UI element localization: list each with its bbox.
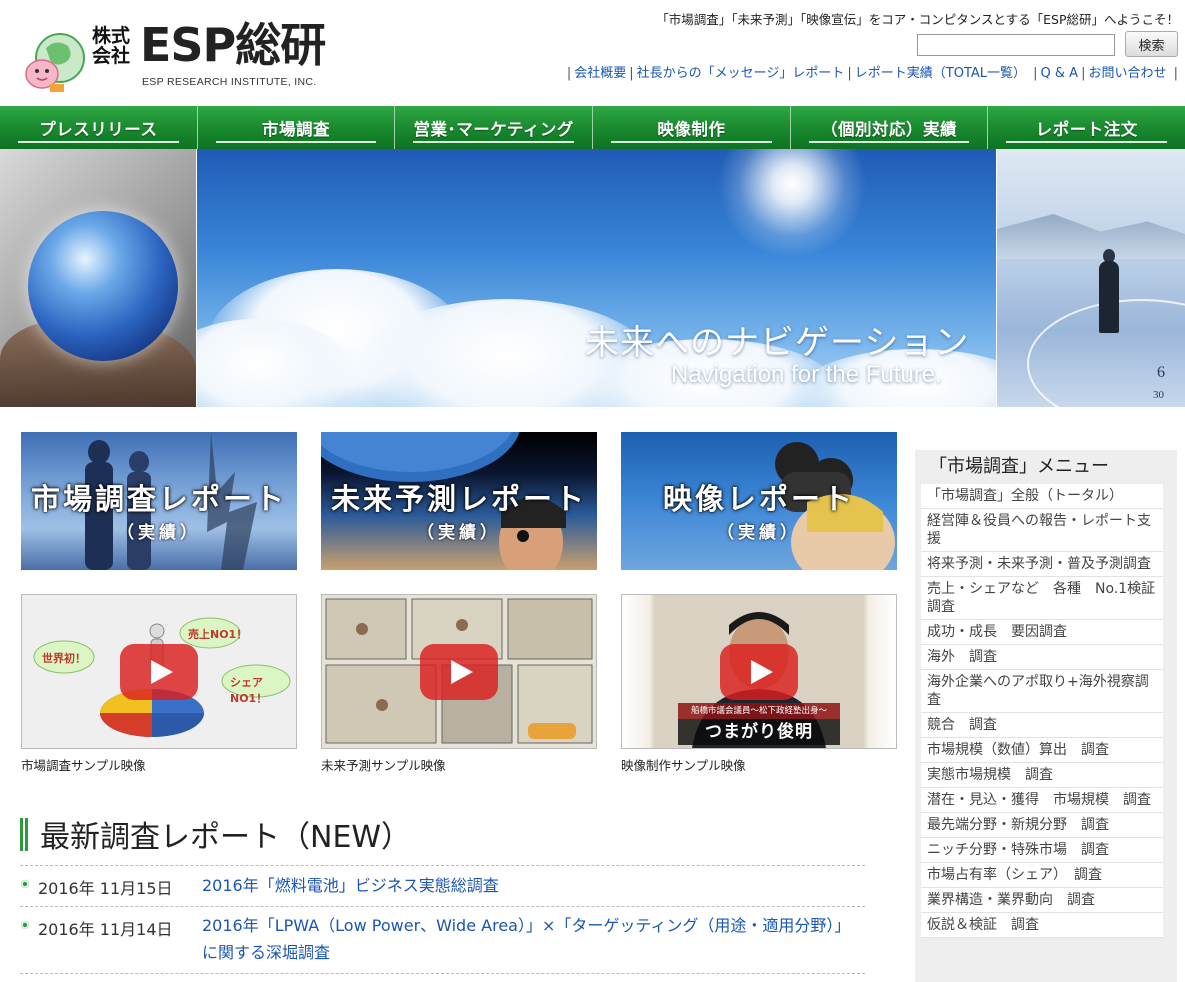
video-future-forecast-sample[interactable] <box>321 594 597 749</box>
sidebar-item[interactable]: 海外企業へのアポ取り+海外視察調査 <box>921 670 1163 713</box>
video-market-research-sample[interactable]: 世界初！ 売上NO1！ シェアNO1！ <box>21 594 297 749</box>
nav-sales-marketing[interactable]: 営業･マーケティング <box>395 106 594 149</box>
news-link[interactable]: 2016年「燃料電池」ビジネス実態総調査 <box>202 872 862 899</box>
sidebar-item[interactable]: 市場占有率（シェア） 調査 <box>921 863 1163 888</box>
welcome-message: 「市場調査」「未来予測」「映像宣伝」をコア・コンピタンスとする「ESP総研」へよ… <box>656 12 1179 27</box>
news-item: 2016年 11月15日 2016年「燃料電池」ビジネス実態総調査 <box>20 865 865 907</box>
video-production-sample[interactable]: 船橋市議会議員〜松下政経塾出身〜 つまがり俊明 <box>621 594 897 749</box>
sidebar-item[interactable]: 経営陣＆役員への報告・レポート支援 <box>921 509 1163 552</box>
tile-subtitle: （実績） <box>417 523 501 543</box>
search-button[interactable]: 検索 <box>1125 31 1178 57</box>
tile-market-research-report[interactable]: 市場調査レポート （実績） <box>21 432 297 570</box>
video-caption: 市場調査サンプル映像 <box>21 758 146 773</box>
news-heading: 最新調査レポート（NEW） <box>20 812 411 856</box>
video-caption: 映像制作サンプル映像 <box>621 758 746 773</box>
sidebar-item[interactable]: 「市場調査」全般（トータル） <box>921 484 1163 509</box>
separator: | <box>847 66 852 81</box>
separator: | <box>1169 66 1178 81</box>
news-link[interactable]: 2016年「LPWA（Low Power、Wide Area）」×「ターゲッティ… <box>202 912 862 966</box>
site-header: 株式会社 ESP総研 ESP RESEARCH INSTITUTE, INC. … <box>0 0 1185 106</box>
sidebar-item[interactable]: 最先端分野・新規分野 調査 <box>921 813 1163 838</box>
bullet-icon <box>21 921 29 929</box>
utility-nav: | 会社概要 | 社長からの「メッセージ」レポート | レポート実績（TOTAL一覧） |… <box>564 62 1181 81</box>
nav-label: レポート注文 <box>1035 119 1138 139</box>
nav-label: （個別対応）実績 <box>821 119 958 139</box>
nav-market-research[interactable]: 市場調査 <box>197 106 396 149</box>
hero-title-jp: 未来へのナビゲーション <box>585 323 970 363</box>
sun-glow <box>717 149 867 259</box>
news-date: 2016年 11月15日 <box>38 879 173 898</box>
sidebar-item[interactable]: 市場規模（数値）算出 調査 <box>921 738 1163 763</box>
util-link-reports[interactable]: レポート実績（TOTAL一覧） <box>855 66 1026 81</box>
separator: | <box>566 66 572 81</box>
tile-subtitle: （実績） <box>117 523 201 543</box>
news-divider <box>20 973 865 974</box>
hero-banner: 未来へのナビゲーション Navigation for the Future. 6… <box>0 149 1185 407</box>
logo-wordmark: ESP総研 <box>140 18 326 72</box>
nav-label: プレスリリース <box>39 119 158 139</box>
mascot-globe-icon <box>25 33 85 92</box>
speech-bubble: 世界初！ <box>42 652 86 665</box>
play-button-icon[interactable] <box>420 643 498 700</box>
sidebar-item[interactable]: 成功・成長 要因調査 <box>921 620 1163 645</box>
sidebar-title: 「市場調査」メニュー <box>929 456 1109 477</box>
sidebar-item[interactable]: 海外 調査 <box>921 645 1163 670</box>
tile-title: 未来予測レポート <box>330 482 587 516</box>
nav-press-release[interactable]: プレスリリース <box>0 106 198 149</box>
logo-english-name: ESP RESEARCH INSTITUTE, INC. <box>142 76 317 88</box>
hero-sky-image: 未来へのナビゲーション Navigation for the Future. <box>197 149 996 407</box>
bullet-icon <box>21 880 29 888</box>
sidebar-list: 「市場調査」全般（トータル） 経営陣＆役員への報告・レポート支援 将来予測・未来… <box>921 484 1163 938</box>
news-date: 2016年 11月14日 <box>38 920 173 939</box>
site-logo[interactable]: 株式会社 ESP総研 ESP RESEARCH INSTITUTE, INC. <box>20 18 350 94</box>
nav-label: 営業･マーケティング <box>413 119 574 139</box>
sidebar-item[interactable]: 売上・シェアなど 各種 No.1検証調査 <box>921 577 1163 620</box>
nav-video-production[interactable]: 映像制作 <box>593 106 791 149</box>
tile-title: 市場調査レポート <box>30 482 287 516</box>
news-item: 2016年 11月14日 2016年「LPWA（Low Power、Wide A… <box>20 906 865 974</box>
video-banner-text: 船橋市議会議員〜松下政経塾出身〜 <box>678 703 840 719</box>
search-input[interactable] <box>917 34 1115 56</box>
tile-future-forecast-report[interactable]: 未来予測レポート （実績） <box>321 432 597 570</box>
nav-custom-results[interactable]: （個別対応）実績 <box>790 106 989 149</box>
nav-label: 映像制作 <box>657 119 726 139</box>
util-link-qa[interactable]: Q & A <box>1041 66 1079 81</box>
separator: | <box>1081 66 1086 81</box>
clock-numeral: 6 <box>1157 364 1165 381</box>
sidebar-item[interactable]: 潜在・見込・獲得 市場規模 調査 <box>921 788 1163 813</box>
video-caption: 未来予測サンプル映像 <box>321 758 446 773</box>
news-heading-text: 最新調査レポート（NEW） <box>40 820 412 855</box>
speech-bubble: 売上NO1！ <box>188 628 248 641</box>
tile-title: 映像レポート <box>662 482 855 516</box>
separator: | <box>1029 66 1038 81</box>
play-button-icon[interactable] <box>720 643 798 700</box>
sidebar-item[interactable]: 業界構造・業界動向 調査 <box>921 888 1163 913</box>
tile-subtitle: （実績） <box>717 523 801 543</box>
mountain-shape <box>997 214 1185 259</box>
hero-globe-image <box>0 149 196 407</box>
hero-title-en: Navigation for the Future. <box>671 361 942 388</box>
sidebar-item[interactable]: 競合 調査 <box>921 713 1163 738</box>
util-link-company[interactable]: 会社概要 <box>574 66 626 81</box>
globe-icon <box>28 211 178 361</box>
separator: | <box>629 66 634 81</box>
logo-company-type: 株式会社 <box>92 25 131 67</box>
play-button-icon[interactable] <box>120 643 198 700</box>
speech-bubble: シェアNO1！ <box>230 676 268 705</box>
nav-label: 市場調査 <box>262 119 330 139</box>
tile-video-report[interactable]: 映像レポート （実績） <box>621 432 897 570</box>
global-nav: プレスリリース 市場調査 営業･マーケティング 映像制作 （個別対応）実績 レポ… <box>0 106 1185 149</box>
sidebar-item[interactable]: ニッチ分野・特殊市場 調査 <box>921 838 1163 863</box>
nav-report-order[interactable]: レポート注文 <box>988 106 1185 149</box>
clock-numeral: 30 <box>1153 389 1164 401</box>
person-silhouette <box>1099 261 1119 333</box>
sidebar-item[interactable]: 将来予測・未来予測・普及予測調査 <box>921 552 1163 577</box>
sidebar-item[interactable]: 仮説＆検証 調査 <box>921 913 1163 938</box>
util-link-message[interactable]: 社長からの「メッセージ」レポート <box>637 66 845 81</box>
video-name-text: つまがり俊明 <box>678 719 840 745</box>
hero-clock-image: 6 30 <box>997 149 1185 407</box>
sidebar-market-research-menu: 「市場調査」メニュー 「市場調査」全般（トータル） 経営陣＆役員への報告・レポー… <box>915 450 1177 982</box>
sidebar-item[interactable]: 実態市場規模 調査 <box>921 763 1163 788</box>
util-link-contact[interactable]: お問い合わせ <box>1088 66 1166 81</box>
